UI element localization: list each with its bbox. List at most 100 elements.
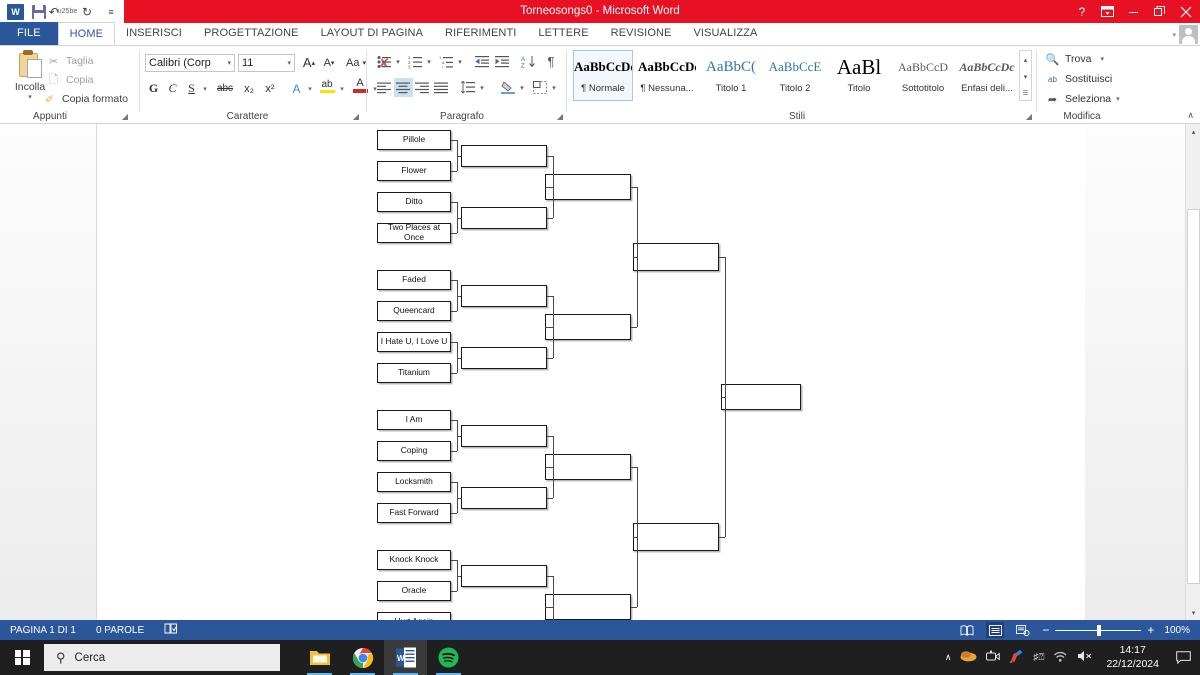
multilevel-dropdown-icon[interactable]: ▾ <box>455 52 465 71</box>
bracket-slot-r2-4[interactable] <box>461 425 547 447</box>
collapse-ribbon-icon[interactable]: ∧ <box>1187 110 1194 121</box>
ribbon-display-options-icon[interactable] <box>1094 0 1120 23</box>
style-nessuna-spaziatura[interactable]: AaBbCcDc ¶ Nessuna... <box>637 50 697 101</box>
show-formatting-marks-icon[interactable]: ¶ <box>542 52 560 71</box>
font-size-input[interactable]: 11 ▾ <box>238 54 295 72</box>
bracket-slot-r4-0[interactable] <box>633 243 719 271</box>
web-layout-button[interactable] <box>1014 622 1032 638</box>
bracket-slot-r1-2[interactable]: Ditto <box>377 192 451 212</box>
taskbar-app-microsoft-word[interactable]: W <box>384 640 427 675</box>
print-layout-button[interactable] <box>986 622 1005 638</box>
subscript-button[interactable]: x₂ <box>239 79 259 98</box>
bracket-slot-r3-3[interactable] <box>545 594 631 620</box>
taskbar-app-spotify[interactable] <box>427 640 470 675</box>
shading-icon[interactable] <box>499 78 517 97</box>
bracket-slot-r2-6[interactable] <box>461 565 547 587</box>
paint-icon[interactable] <box>1009 649 1024 666</box>
bracket-slot-r3-2[interactable] <box>545 454 631 480</box>
carattere-dialog-launcher[interactable]: ◢ <box>353 112 359 121</box>
tab-riferimenti[interactable]: RIFERIMENTI <box>434 22 527 45</box>
multilevel-list-icon[interactable]: 1ai <box>437 52 455 71</box>
tab-progettazione[interactable]: PROGETTAZIONE <box>193 22 310 45</box>
underline-button[interactable]: S <box>183 79 200 98</box>
scroll-down-icon[interactable]: ▾ <box>1020 68 1031 85</box>
zoom-track[interactable] <box>1055 624 1142 636</box>
bracket-slot-r4-1[interactable] <box>633 523 719 551</box>
avatar[interactable] <box>1179 25 1198 44</box>
vertical-scrollbar[interactable]: ▴ ▾ <box>1185 124 1200 620</box>
zoom-in-button[interactable]: + <box>1147 623 1154 637</box>
align-center-icon[interactable] <box>394 78 413 97</box>
bracket-slot-r2-0[interactable] <box>461 145 547 167</box>
taskbar-app-google-chrome[interactable] <box>341 640 384 675</box>
align-left-icon[interactable] <box>375 78 394 97</box>
bracket-slot-r2-3[interactable] <box>461 347 547 369</box>
numbering-icon[interactable]: 123 <box>406 52 424 71</box>
bracket-slot-r1-4[interactable]: Faded <box>377 270 451 290</box>
tab-lettere[interactable]: LETTERE <box>527 22 599 45</box>
zoom-slider[interactable]: − + <box>1042 623 1154 637</box>
bracket-slot-r1-9[interactable]: Coping <box>377 441 451 461</box>
tab-inserisci[interactable]: INSERISCI <box>115 22 193 45</box>
text-effects-icon[interactable]: A <box>288 79 305 98</box>
network-icon[interactable] <box>1053 650 1068 665</box>
bracket-slot-r1-8[interactable]: I Am <box>377 410 451 430</box>
start-button[interactable] <box>0 640 44 675</box>
action-center-icon[interactable] <box>1172 640 1194 675</box>
line-spacing-icon[interactable] <box>459 78 477 97</box>
borders-icon[interactable] <box>531 78 549 97</box>
style-titolo-1[interactable]: AaBbC( Titolo 1 <box>701 50 761 101</box>
account-area[interactable]: ▾ <box>1172 23 1198 46</box>
scroll-down-button[interactable]: ▾ <box>1186 605 1200 620</box>
find-dropdown-icon[interactable]: ▾ <box>1100 55 1104 63</box>
shading-dropdown-icon[interactable]: ▾ <box>517 78 527 97</box>
camera-icon[interactable] <box>986 650 1001 665</box>
italic-button[interactable]: C <box>164 79 181 98</box>
style-sottotitolo[interactable]: AaBbCcD Sottotitolo <box>893 50 953 101</box>
taskbar-app-file-explorer[interactable] <box>298 640 341 675</box>
bracket-slot-r1-10[interactable]: Locksmith <box>377 472 451 492</box>
taskbar-search[interactable]: ⚲ Cerca <box>44 644 280 671</box>
scroll-up-button[interactable]: ▴ <box>1186 124 1200 139</box>
zoom-level[interactable]: 100% <box>1164 625 1190 636</box>
bullets-icon[interactable] <box>375 52 393 71</box>
styles-more-icon[interactable]: ☰ <box>1020 85 1031 102</box>
increase-indent-icon[interactable] <box>493 52 511 71</box>
clock[interactable]: 14:17 22/12/2024 <box>1102 644 1163 670</box>
bracket-slot-r1-11[interactable]: Fast Forward <box>377 503 451 523</box>
bracket-slot-r1-0[interactable]: Pillole <box>377 130 451 150</box>
style-titolo[interactable]: AaBl Titolo <box>829 50 889 101</box>
bracket-slot-r1-6[interactable]: I Hate U, I Love U <box>377 332 451 352</box>
bracket-slot-r3-0[interactable] <box>545 174 631 200</box>
read-mode-button[interactable] <box>958 622 976 638</box>
highlight-dropdown-icon[interactable]: ▾ <box>337 79 347 98</box>
grow-font-icon[interactable]: A ▴ <box>300 53 318 72</box>
format-painter-button[interactable]: ✐ Copia formato <box>42 92 128 106</box>
tab-revisione[interactable]: REVISIONE <box>600 22 683 45</box>
shrink-font-icon[interactable]: A ▾ <box>320 53 338 72</box>
stili-dialog-launcher[interactable]: ◢ <box>1026 112 1032 121</box>
keyboard-language-icon[interactable]: ♯⍰ <box>1033 652 1044 663</box>
scroll-up-icon[interactable]: ▴ <box>1020 51 1031 68</box>
appunti-dialog-launcher[interactable]: ◢ <box>122 112 128 121</box>
tab-visualizza[interactable]: VISUALIZZA <box>682 22 768 45</box>
copy-button[interactable]: 🗋 Copia <box>46 73 93 87</box>
bullets-dropdown-icon[interactable]: ▾ <box>393 52 403 71</box>
tab-layout-di-pagina[interactable]: LAYOUT DI PAGINA <box>310 22 434 45</box>
bracket-slot-r5-0[interactable] <box>721 384 801 410</box>
close-button[interactable] <box>1172 0 1200 23</box>
bracket-slot-r2-1[interactable] <box>461 207 547 229</box>
bracket-slot-r2-5[interactable] <box>461 487 547 509</box>
superscript-button[interactable]: x² <box>260 79 280 98</box>
document-page[interactable]: Pillole Flower Ditto Two Places at Once Fade… <box>96 124 1085 663</box>
bracket-slot-r1-13[interactable]: Oracle <box>377 581 451 601</box>
scrollbar-thumb[interactable] <box>1187 209 1200 584</box>
zoom-thumb[interactable] <box>1097 624 1102 636</box>
font-name-input[interactable]: Calibri (Corp ▾ <box>145 54 235 72</box>
highlight-icon[interactable]: ab <box>317 76 337 95</box>
strikethrough-button[interactable]: abc <box>213 79 237 98</box>
volume-muted-icon[interactable] <box>1077 650 1093 665</box>
style-enfasi-delicata[interactable]: AaBbCcDc Enfasi deli... <box>957 50 1017 101</box>
bracket-slot-r1-7[interactable]: Titanium <box>377 363 451 383</box>
help-icon[interactable]: ? <box>1070 5 1094 19</box>
